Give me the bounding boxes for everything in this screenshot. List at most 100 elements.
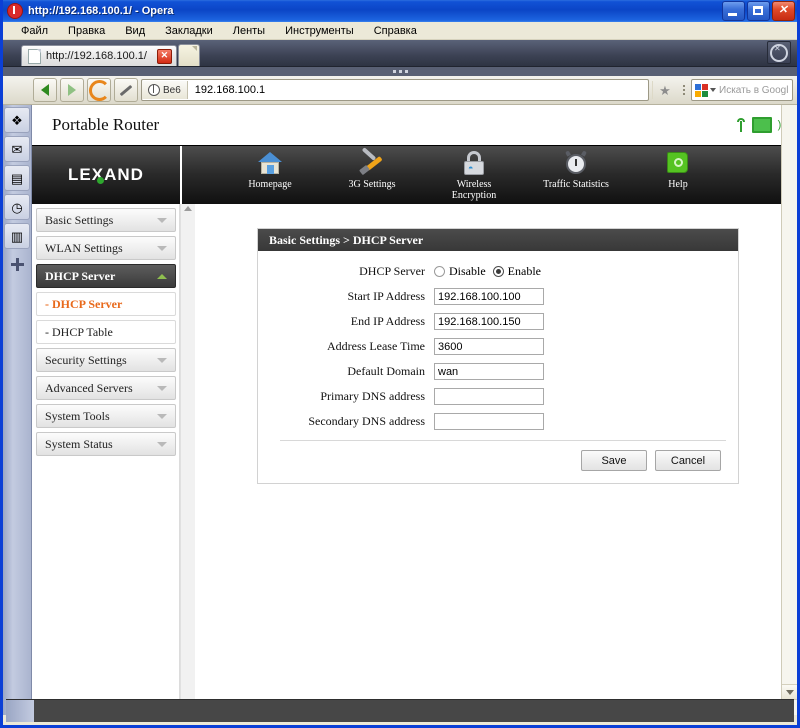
opera-icon bbox=[7, 3, 23, 19]
sidebar-item-label: Security Settings bbox=[45, 352, 127, 367]
save-button[interactable]: Save bbox=[581, 450, 647, 471]
browser-body: ❖ ✉ ▤ ◷ ▥ Portable Router )) bbox=[3, 105, 797, 715]
page-vertical-scrollbar[interactable] bbox=[781, 105, 797, 700]
radio-disable-label: Disable bbox=[449, 264, 486, 278]
star-icon: ★ bbox=[659, 82, 671, 98]
tools-icon bbox=[359, 147, 385, 176]
globe-icon bbox=[148, 84, 160, 96]
google-icon bbox=[695, 83, 708, 97]
toolbar-overflow-handle[interactable] bbox=[680, 85, 688, 95]
router-content: Basic Settings WLAN Settings DHCP Server bbox=[32, 204, 797, 715]
nav-traffic-statistics-label: Traffic Statistics bbox=[543, 179, 609, 190]
menu-bookmarks[interactable]: Закладки bbox=[155, 24, 223, 38]
dhcp-server-radio-group: Disable Enable bbox=[434, 264, 541, 279]
bookmark-button[interactable]: ★ bbox=[652, 81, 677, 99]
sidebar-item-system-tools[interactable]: System Tools bbox=[36, 404, 176, 428]
menu-help[interactable]: Справка bbox=[364, 24, 427, 38]
book-icon bbox=[666, 152, 690, 174]
address-bar[interactable]: Be6 192.168.100.1 bbox=[141, 79, 649, 101]
sidebar-item-wlan-settings[interactable]: WLAN Settings bbox=[36, 236, 176, 260]
start-ip-address-input[interactable] bbox=[434, 288, 544, 305]
search-input[interactable]: Искать в Googl bbox=[719, 85, 788, 96]
title-bar: http://192.168.100.1/ - Opera ✕ bbox=[3, 0, 797, 22]
page-title: Portable Router bbox=[52, 115, 160, 134]
new-tab-button[interactable] bbox=[177, 44, 200, 66]
menu-edit[interactable]: Правка bbox=[58, 24, 115, 38]
menu-view[interactable]: Вид bbox=[115, 24, 155, 38]
end-ip-address-input[interactable] bbox=[434, 313, 544, 330]
panel-notes-icon[interactable]: ▥ bbox=[4, 223, 30, 249]
nav-wireless-encryption[interactable]: ◓ Wireless Encryption bbox=[438, 149, 510, 201]
menu-bar: Файл Правка Вид Закладки Ленты Инструмен… bbox=[3, 22, 797, 40]
chevron-down-icon bbox=[157, 217, 167, 223]
opera-side-panel: ❖ ✉ ▤ ◷ ▥ bbox=[3, 105, 32, 715]
status-bar-panel-gutter bbox=[6, 700, 34, 722]
sidebar-subitem-dhcp-table[interactable]: - DHCP Table bbox=[36, 320, 176, 344]
toolbar-drag-handle[interactable] bbox=[3, 67, 797, 76]
sidebar-item-advanced-servers[interactable]: Advanced Servers bbox=[36, 376, 176, 400]
nav-homepage[interactable]: Homepage bbox=[234, 149, 306, 190]
panel-mail-icon[interactable]: ✉ bbox=[4, 136, 30, 162]
default-domain-input[interactable] bbox=[434, 363, 544, 380]
back-button[interactable] bbox=[33, 78, 57, 102]
sidebar-item-security-settings[interactable]: Security Settings bbox=[36, 348, 176, 372]
primary-dns-input[interactable] bbox=[434, 388, 544, 405]
nav-3g-settings[interactable]: 3G Settings bbox=[336, 147, 408, 190]
tab-close-icon[interactable]: ✕ bbox=[156, 48, 172, 64]
menu-file[interactable]: Файл bbox=[11, 24, 58, 38]
sidebar-item-label: WLAN Settings bbox=[45, 240, 123, 255]
address-lease-time-input[interactable] bbox=[434, 338, 544, 355]
scroll-up-icon[interactable] bbox=[184, 206, 192, 211]
field-row-lease-time: Address Lease Time bbox=[258, 336, 738, 357]
sidebar-item-label: Advanced Servers bbox=[45, 380, 133, 395]
back-arrow-icon bbox=[41, 84, 49, 96]
nav-traffic-statistics[interactable]: Traffic Statistics bbox=[540, 149, 612, 190]
security-badge-label: Be6 bbox=[163, 84, 181, 96]
chevron-down-icon[interactable] bbox=[710, 88, 716, 92]
edit-button[interactable] bbox=[114, 78, 138, 102]
address-toolbar: Be6 192.168.100.1 ★ Искать в Googl bbox=[3, 76, 797, 105]
sidebar-item-dhcp-server[interactable]: DHCP Server bbox=[36, 264, 176, 288]
radio-disable[interactable]: Disable bbox=[434, 264, 486, 279]
add-panel-button[interactable] bbox=[5, 252, 29, 276]
security-badge: Be6 bbox=[142, 81, 188, 99]
lock-wifi-icon: ◓ bbox=[463, 151, 485, 175]
url-input[interactable]: 192.168.100.1 bbox=[188, 84, 265, 96]
bookmarks-glyph: ❖ bbox=[11, 112, 23, 128]
nav-wireless-encryption-label: Wireless Encryption bbox=[451, 179, 497, 201]
cancel-button[interactable]: Cancel bbox=[655, 450, 721, 471]
wallet-glyph: ▤ bbox=[10, 170, 24, 186]
sidebar-item-label: System Status bbox=[45, 436, 113, 451]
closed-tabs-button[interactable] bbox=[767, 41, 791, 64]
nav-help-label: Help bbox=[668, 179, 688, 190]
panel-history-icon[interactable]: ◷ bbox=[4, 194, 30, 220]
scroll-down-button[interactable] bbox=[782, 684, 797, 700]
menu-feeds[interactable]: Ленты bbox=[223, 24, 275, 38]
panel-wallet-icon[interactable]: ▤ bbox=[4, 165, 30, 191]
radio-enable-label: Enable bbox=[507, 264, 541, 278]
maximize-button[interactable] bbox=[747, 1, 770, 21]
brand-logo: LEXAND bbox=[32, 146, 182, 204]
chevron-down-icon bbox=[157, 413, 167, 419]
router-admin-page: Portable Router )) LEXAND Homepage bbox=[32, 105, 797, 715]
sidebar-item-basic-settings[interactable]: Basic Settings bbox=[36, 208, 176, 232]
reload-button[interactable] bbox=[87, 78, 111, 102]
secondary-dns-input[interactable] bbox=[434, 413, 544, 430]
minimize-button[interactable] bbox=[722, 1, 745, 21]
nav-3g-settings-label: 3G Settings bbox=[348, 179, 396, 190]
nav-help[interactable]: Help bbox=[642, 149, 714, 190]
panel-bookmarks-icon[interactable]: ❖ bbox=[4, 107, 30, 133]
close-button[interactable]: ✕ bbox=[772, 1, 795, 21]
close-icon: ✕ bbox=[778, 4, 788, 16]
logo-text: LEXAND bbox=[68, 165, 144, 184]
sidebar-subitem-dhcp-server[interactable]: - DHCP Server bbox=[36, 292, 176, 316]
sidebar-item-label: System Tools bbox=[45, 408, 110, 423]
menu-tools[interactable]: Инструменты bbox=[275, 24, 364, 38]
forward-button[interactable] bbox=[60, 78, 84, 102]
sidebar-frame-scrollbar[interactable] bbox=[180, 204, 195, 715]
search-box[interactable]: Искать в Googl bbox=[691, 79, 793, 101]
browser-tab[interactable]: http://192.168.100.1/ ✕ bbox=[21, 45, 177, 66]
sidebar-item-system-status[interactable]: System Status bbox=[36, 432, 176, 456]
sidebar-item-label: - DHCP Server bbox=[45, 296, 123, 311]
radio-enable[interactable]: Enable bbox=[492, 264, 541, 279]
